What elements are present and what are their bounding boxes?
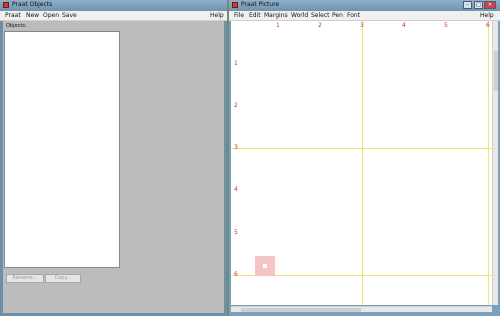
ruler-left-label: 6: [234, 271, 238, 278]
menu-help[interactable]: Help: [210, 12, 224, 19]
menu-font[interactable]: Font: [347, 12, 360, 19]
rename-button[interactable]: Rename...: [6, 274, 44, 283]
minimize-button[interactable]: –: [463, 1, 472, 9]
close-button[interactable]: ✕: [484, 1, 496, 9]
maximize-button[interactable]: □: [474, 1, 483, 9]
objects-menubar: Praat New Open Save Help: [0, 11, 227, 21]
picture-titlebar[interactable]: Praat Picture – □ ✕: [229, 0, 500, 11]
praat-app-icon: [232, 2, 238, 8]
copy-button[interactable]: Copy...: [45, 274, 81, 283]
ruler-left-label: 5: [234, 229, 238, 236]
ruler-top-label: 1: [276, 22, 280, 29]
objects-label: Objects:: [6, 23, 27, 29]
vertical-scroll-thumb[interactable]: [494, 51, 498, 91]
picture-canvas[interactable]: 1 2 3 4 5 6 1 2 3 4 5 6: [231, 21, 492, 305]
grid-line-vertical: [362, 21, 363, 305]
ruler-left-label: 1: [234, 60, 238, 67]
objects-list[interactable]: [4, 31, 120, 268]
picture-window-title: Praat Picture: [241, 1, 280, 8]
objects-window-title: Praat Objects: [12, 1, 53, 8]
praat-picture-window: Praat Picture – □ ✕ File Edit Margins Wo…: [229, 0, 500, 316]
praat-objects-window: Praat Objects Praat New Open Save Help O…: [0, 0, 227, 316]
menu-help[interactable]: Help: [480, 12, 494, 19]
ruler-top-label: 3: [360, 22, 364, 29]
objects-panel: Objects: Rename... Copy...: [3, 21, 224, 313]
menu-select[interactable]: Select: [311, 12, 330, 19]
ruler-left-label: 2: [234, 102, 238, 109]
menu-margins[interactable]: Margins: [264, 12, 288, 19]
ruler-top-label: 4: [402, 22, 406, 29]
menu-praat[interactable]: Praat: [5, 12, 21, 19]
menu-file[interactable]: File: [234, 12, 244, 19]
grid-line-horizontal: [231, 148, 492, 149]
selection-handle[interactable]: [263, 264, 267, 268]
horizontal-scrollbar[interactable]: [231, 306, 492, 312]
ruler-top-label: 6: [486, 22, 490, 29]
menu-new[interactable]: New: [26, 12, 39, 19]
grid-line-vertical: [488, 21, 489, 305]
ruler-top-label: 2: [318, 22, 322, 29]
ruler-left-label: 3: [234, 144, 238, 151]
ruler-top-label: 5: [444, 22, 448, 29]
selection-rectangle[interactable]: [255, 256, 275, 276]
horizontal-scroll-thumb[interactable]: [241, 308, 361, 312]
picture-menubar: File Edit Margins World Select Pen Font …: [229, 11, 500, 21]
ruler-left-label: 4: [234, 186, 238, 193]
menu-open[interactable]: Open: [43, 12, 59, 19]
objects-titlebar[interactable]: Praat Objects: [0, 0, 227, 11]
menu-edit[interactable]: Edit: [249, 12, 261, 19]
vertical-scrollbar[interactable]: [492, 21, 498, 305]
praat-app-icon: [3, 2, 9, 8]
menu-pen[interactable]: Pen: [332, 12, 343, 19]
menu-world[interactable]: World: [291, 12, 308, 19]
menu-save[interactable]: Save: [62, 12, 77, 19]
